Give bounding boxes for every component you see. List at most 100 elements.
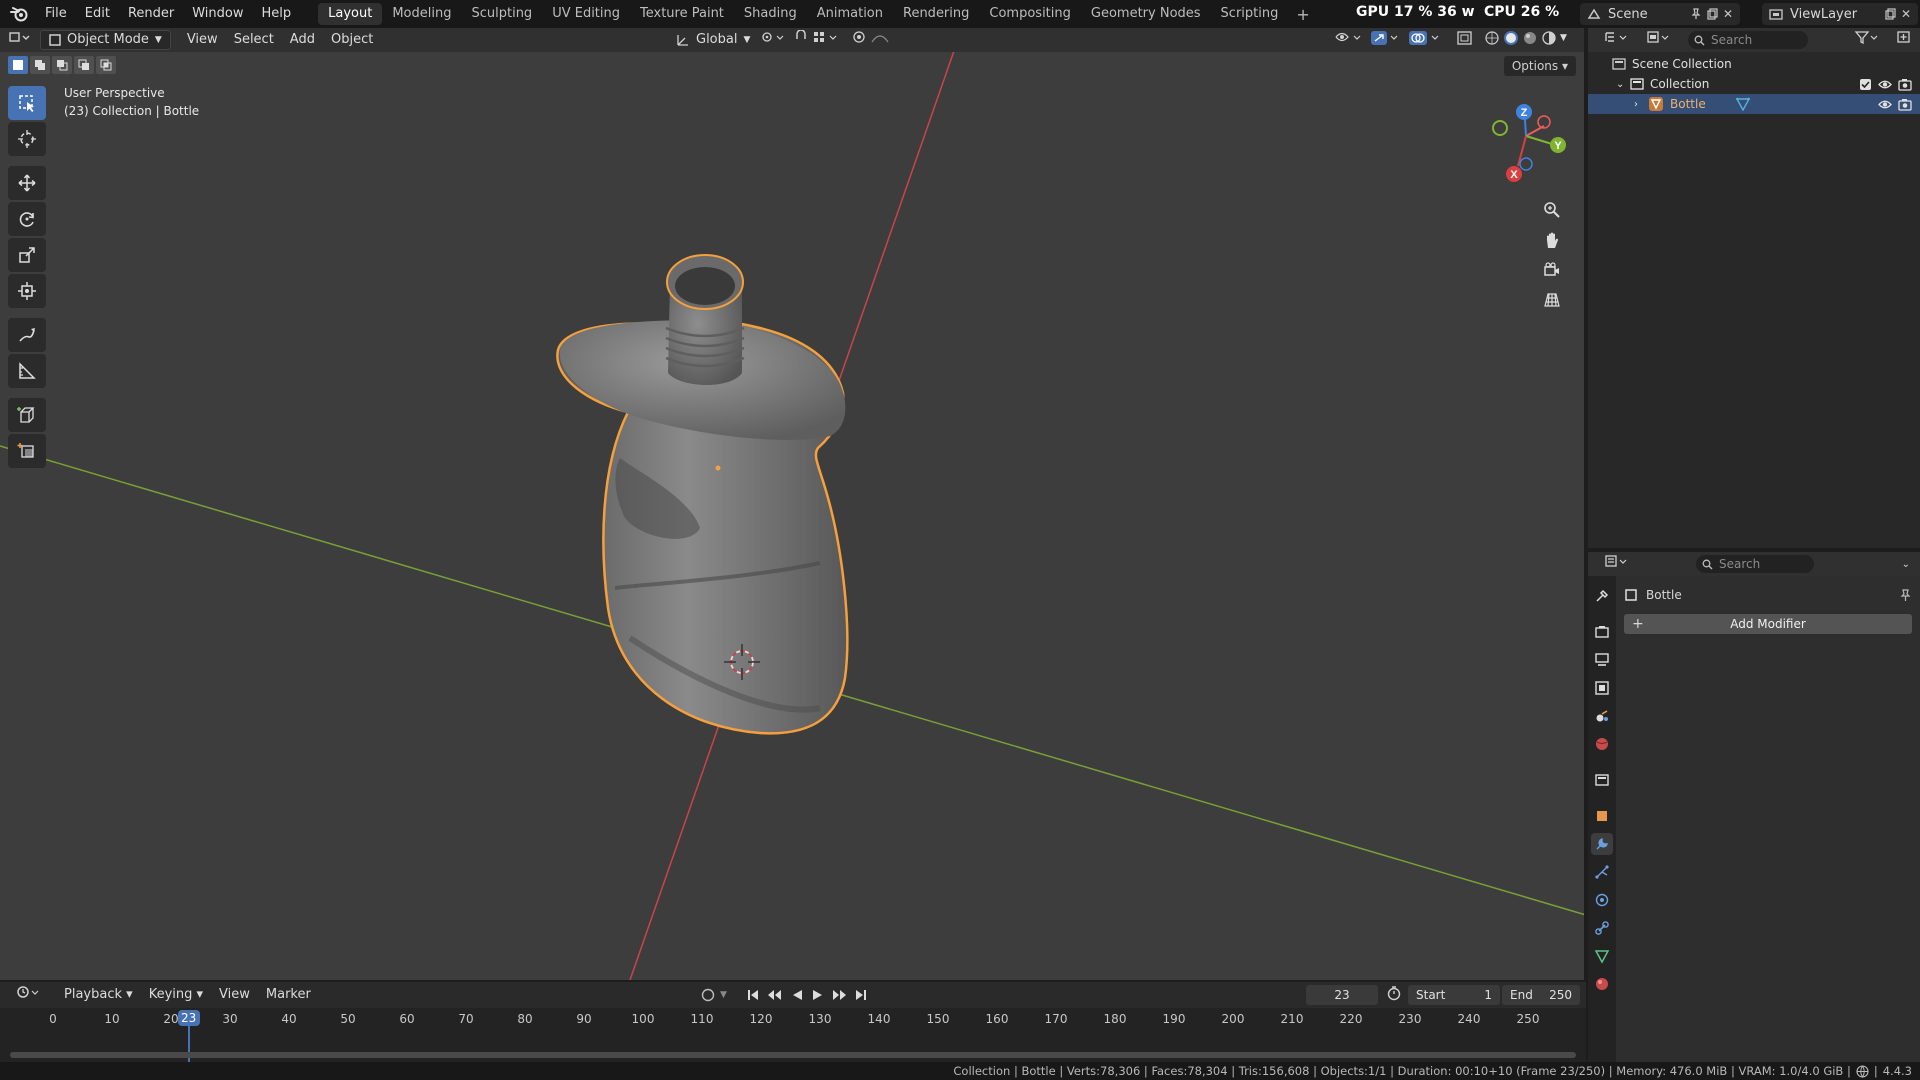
camera-render-icon[interactable]: [1898, 78, 1912, 91]
outliner-row-collection[interactable]: ⌄ Collection: [1588, 74, 1920, 94]
blender-logo-icon[interactable]: [8, 3, 30, 25]
stopwatch-icon[interactable]: [1386, 985, 1402, 1005]
tab-layout[interactable]: Layout: [318, 3, 383, 25]
jump-to-start-icon[interactable]: [746, 988, 760, 1002]
object-mode-dropdown[interactable]: Object Mode ▼: [40, 30, 171, 50]
chevron-down-icon[interactable]: ⌄: [1902, 559, 1910, 570]
current-frame-field[interactable]: 23: [1306, 985, 1378, 1005]
bottle-mesh[interactable]: [556, 254, 849, 735]
remove-scene-icon[interactable]: ✕: [1720, 6, 1736, 22]
start-frame-field[interactable]: Start 1: [1408, 985, 1500, 1005]
tab-geometry-nodes[interactable]: Geometry Nodes: [1081, 3, 1211, 25]
data-properties-tab-icon[interactable]: [1591, 945, 1613, 967]
timeline-editor-type-button[interactable]: [8, 985, 50, 1005]
play-reverse-icon[interactable]: [790, 988, 804, 1002]
transform-tool[interactable]: [8, 274, 46, 308]
eye-icon[interactable]: [1878, 98, 1892, 111]
network-globe-icon[interactable]: [1856, 1064, 1869, 1078]
select-box-tool[interactable]: [8, 86, 46, 120]
output-properties-tab-icon[interactable]: [1591, 649, 1613, 671]
shading-chevron-icon[interactable]: ▼: [1560, 30, 1567, 50]
add-object-tool[interactable]: [8, 434, 46, 468]
pan-hand-icon[interactable]: [1538, 226, 1566, 254]
pin-icon[interactable]: [1688, 6, 1704, 22]
annotate-tool[interactable]: [8, 318, 46, 352]
properties-search-input[interactable]: Search: [1696, 555, 1814, 573]
outliner-search-input[interactable]: Search: [1688, 31, 1808, 49]
timeline-ruler[interactable]: 0 10 20 30 40 50 60 70 80 90 100 110 120 130 140 150 160…: [0, 1008, 1586, 1066]
constraints-properties-tab-icon[interactable]: [1591, 917, 1613, 939]
outliner-editor-type-button[interactable]: [1596, 30, 1638, 50]
xray-toggle-icon[interactable]: [1448, 30, 1482, 50]
outliner-row-bottle[interactable]: › Bottle: [1588, 94, 1920, 114]
timeline-menu-view[interactable]: View: [211, 985, 258, 1005]
rendered-shading-icon[interactable]: [1541, 30, 1557, 46]
camera-view-icon[interactable]: [1538, 256, 1566, 284]
timeline-menu-keying[interactable]: Keying ▾: [141, 985, 211, 1005]
playhead-frame-indicator[interactable]: 23: [177, 1010, 200, 1026]
eye-icon[interactable]: [1878, 78, 1892, 91]
object-properties-tab-icon[interactable]: [1591, 805, 1613, 827]
zoom-icon[interactable]: [1538, 196, 1566, 224]
viewport-menu-select[interactable]: Select: [226, 30, 282, 50]
wireframe-shading-icon[interactable]: [1484, 30, 1500, 46]
particles-properties-tab-icon[interactable]: [1591, 861, 1613, 883]
cursor-tool[interactable]: [8, 122, 46, 156]
tab-animation[interactable]: Animation: [807, 3, 893, 25]
overlays-toggle-icon[interactable]: [1400, 30, 1450, 50]
menu-help[interactable]: Help: [253, 3, 301, 25]
auto-keying-toggle[interactable]: ▼: [700, 987, 727, 1003]
tab-modeling[interactable]: Modeling: [382, 3, 461, 25]
viewport-menu-object[interactable]: Object: [323, 30, 381, 50]
proportional-editing-icon[interactable]: [844, 30, 910, 50]
expand-chevron-icon[interactable]: ›: [1634, 99, 1648, 110]
jump-to-keyframe-next-icon[interactable]: [830, 988, 848, 1002]
new-scene-icon[interactable]: [1704, 6, 1720, 22]
play-icon[interactable]: [810, 988, 824, 1002]
pin-icon[interactable]: [1899, 588, 1912, 602]
add-modifier-button[interactable]: + Add Modifier: [1624, 614, 1912, 634]
viewport-menu-view[interactable]: View: [179, 30, 226, 50]
exclude-checkbox-icon[interactable]: [1859, 78, 1872, 91]
timeline-menu-marker[interactable]: Marker: [258, 985, 319, 1005]
scene-selector[interactable]: Scene ✕: [1580, 3, 1740, 25]
mesh-data-icon[interactable]: [1735, 97, 1750, 111]
snap-icon[interactable]: [786, 29, 848, 50]
timeline-menu-playback[interactable]: Playback ▾: [56, 985, 141, 1005]
tab-texture-paint[interactable]: Texture Paint: [630, 3, 734, 25]
new-view-layer-icon[interactable]: [1882, 6, 1898, 22]
transform-orientation-dropdown[interactable]: Global ▼: [668, 30, 758, 50]
physics-properties-tab-icon[interactable]: [1591, 889, 1613, 911]
jump-to-keyframe-prev-icon[interactable]: [766, 988, 784, 1002]
collection-properties-tab-icon[interactable]: [1591, 769, 1613, 791]
select-invert-icon[interactable]: [74, 56, 94, 74]
material-properties-tab-icon[interactable]: [1591, 973, 1613, 995]
world-properties-tab-icon[interactable]: [1591, 733, 1613, 755]
tab-uv-editing[interactable]: UV Editing: [542, 3, 630, 25]
menu-window[interactable]: Window: [183, 3, 252, 25]
select-intersect-icon[interactable]: [96, 56, 116, 74]
editor-type-button[interactable]: [0, 30, 40, 50]
modifier-properties-tab-icon[interactable]: [1591, 833, 1613, 855]
tool-properties-tab-icon[interactable]: [1591, 585, 1613, 607]
orthographic-toggle-icon[interactable]: [1538, 286, 1566, 314]
viewport-menu-add[interactable]: Add: [282, 30, 323, 50]
tab-scripting[interactable]: Scripting: [1211, 3, 1289, 25]
tab-rendering[interactable]: Rendering: [893, 3, 979, 25]
tab-sculpting[interactable]: Sculpting: [461, 3, 542, 25]
select-extend-icon[interactable]: [30, 56, 50, 74]
display-mode-button[interactable]: [1638, 30, 1680, 50]
options-dropdown[interactable]: Options ▾: [1503, 56, 1576, 76]
add-workspace-button[interactable]: +: [1288, 5, 1317, 24]
menu-edit[interactable]: Edit: [76, 3, 119, 25]
rotate-tool[interactable]: [8, 202, 46, 236]
select-new-icon[interactable]: [8, 56, 28, 74]
measure-tool[interactable]: [8, 354, 46, 388]
tab-compositing[interactable]: Compositing: [979, 3, 1081, 25]
3d-viewport[interactable]: Object Mode ▼ View Select Add Object Glo…: [0, 28, 1586, 980]
axis-gizmo[interactable]: Z Y X: [1464, 88, 1584, 198]
view-layer-selector[interactable]: ViewLayer ✕: [1762, 3, 1918, 25]
select-subtract-icon[interactable]: [52, 56, 72, 74]
properties-editor-type-button[interactable]: [1596, 554, 1638, 574]
material-shading-icon[interactable]: [1522, 30, 1538, 46]
